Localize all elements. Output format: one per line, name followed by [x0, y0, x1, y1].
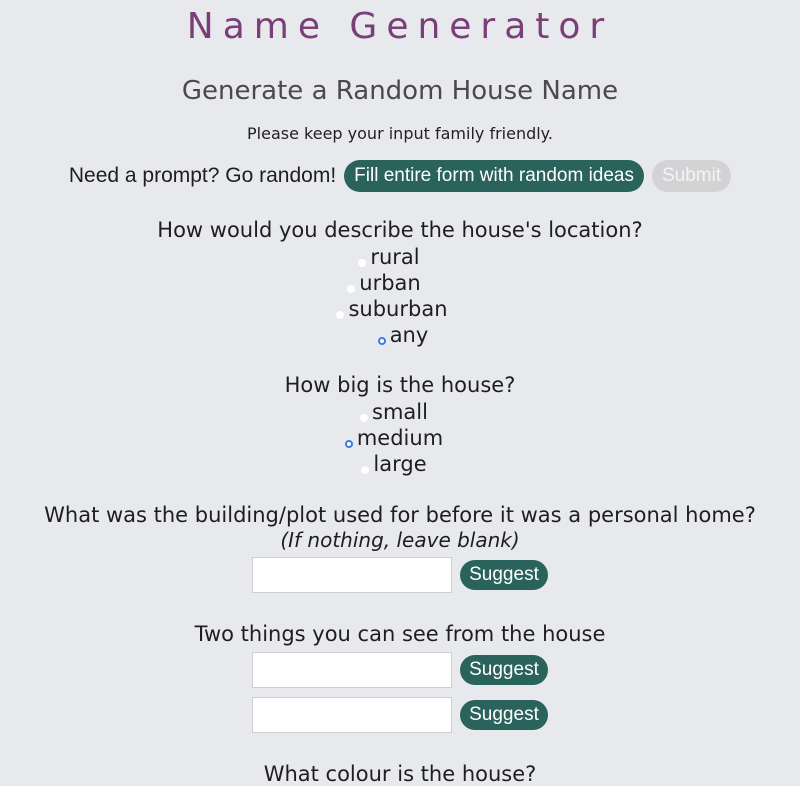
size-option-small[interactable]: small: [0, 398, 800, 424]
radio-button[interactable]: [361, 466, 370, 474]
view-row-2: Suggest: [0, 697, 800, 733]
location-option-suburban[interactable]: suburban: [0, 295, 800, 321]
option-label: large: [373, 452, 427, 476]
previous-use-hint: (If nothing, leave blank): [280, 528, 520, 552]
suggest-view-2-button[interactable]: Suggest: [460, 700, 548, 730]
radio-button-checked[interactable]: [344, 440, 353, 448]
random-row: Need a prompt? Go random! Fill entire fo…: [0, 160, 800, 192]
family-friendly-note: Please keep your input family friendly.: [247, 124, 553, 143]
previous-use-question: What was the building/plot used for befo…: [44, 503, 756, 527]
random-prompt-label: Need a prompt? Go random!: [68, 164, 337, 187]
option-label: rural: [370, 245, 420, 269]
location-option-any[interactable]: any: [6, 321, 800, 347]
option-label: urban: [359, 271, 421, 295]
view-input-1[interactable]: [252, 652, 453, 688]
previous-use-input[interactable]: [252, 557, 453, 593]
view-row-1: Suggest: [0, 652, 800, 688]
location-question: How would you describe the house's locat…: [157, 218, 643, 242]
radio-button[interactable]: [360, 414, 369, 422]
option-label: medium: [356, 426, 444, 450]
radio-button[interactable]: [358, 259, 367, 267]
radio-button-checked[interactable]: [377, 337, 386, 345]
suggest-view-1-button[interactable]: Suggest: [460, 655, 548, 685]
view-input-2[interactable]: [252, 697, 453, 733]
location-options: rural urban suburban any: [0, 243, 800, 347]
location-option-urban[interactable]: urban: [0, 269, 800, 295]
page-title: Name Generator: [186, 6, 614, 47]
submit-button[interactable]: Submit: [652, 160, 732, 192]
size-option-large[interactable]: large: [0, 450, 800, 476]
previous-use-row: Suggest: [0, 557, 800, 593]
page-subtitle: Generate a Random House Name: [181, 76, 619, 106]
colour-question: What colour is the house?: [263, 762, 537, 786]
size-option-medium[interactable]: medium: [0, 424, 800, 450]
radio-button[interactable]: [336, 311, 345, 319]
option-label: suburban: [348, 297, 448, 321]
views-question: Two things you can see from the house: [194, 622, 606, 646]
suggest-previous-use-button[interactable]: Suggest: [460, 560, 548, 590]
option-label: small: [372, 400, 428, 424]
option-label: any: [389, 323, 429, 347]
radio-button[interactable]: [347, 285, 356, 293]
size-options: small medium large: [0, 398, 800, 476]
size-question: How big is the house?: [284, 373, 516, 397]
location-option-rural[interactable]: rural: [0, 243, 800, 269]
fill-random-button[interactable]: Fill entire form with random ideas: [344, 160, 644, 192]
